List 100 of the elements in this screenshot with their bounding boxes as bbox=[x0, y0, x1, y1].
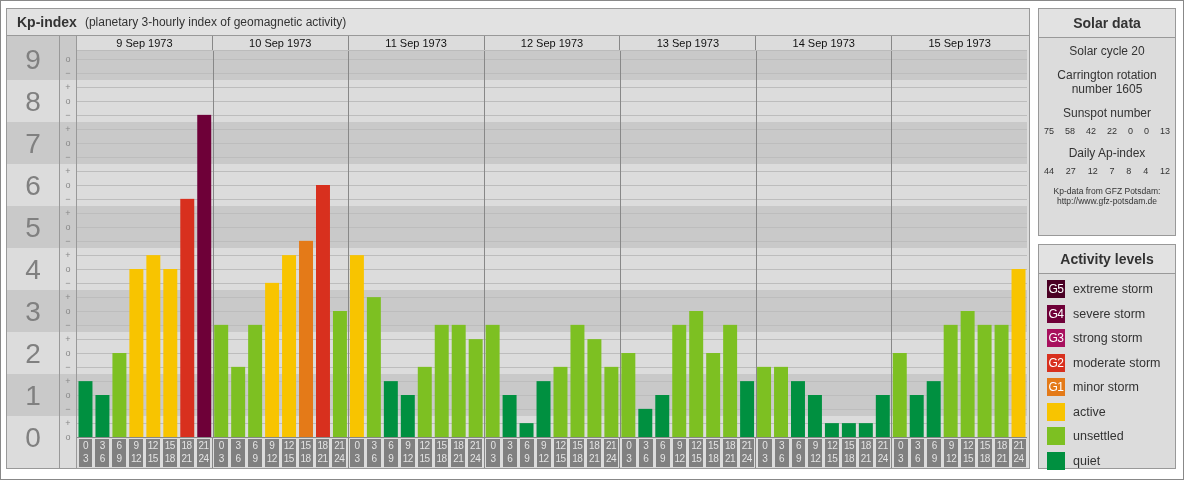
kp-minor-label: o bbox=[65, 264, 71, 274]
time-slot-label: 9 12 bbox=[129, 439, 143, 467]
kp-bar bbox=[909, 395, 924, 437]
time-slot-label: 9 12 bbox=[536, 439, 551, 467]
level-label: quiet bbox=[1073, 453, 1101, 468]
time-slot-label: 0 3 bbox=[757, 439, 772, 467]
time-slot-label: 12 15 bbox=[281, 439, 296, 467]
date-label: 15 Sep 1973 bbox=[891, 36, 1027, 50]
kp-minor-label: − bbox=[65, 194, 71, 204]
time-slot-label: 21 24 bbox=[739, 439, 754, 467]
time-slot-label: 21 24 bbox=[875, 439, 890, 467]
kp-axis-label: 9 bbox=[25, 44, 41, 75]
date-label: 13 Sep 1973 bbox=[619, 36, 756, 50]
kp-minor-label: − bbox=[65, 110, 71, 120]
time-slot-label: 15 18 bbox=[706, 439, 721, 467]
time-slot-label: 15 18 bbox=[842, 439, 856, 467]
kp-axis-label: 1 bbox=[25, 380, 41, 411]
kp-bar bbox=[417, 366, 432, 437]
time-slot-label: 21 24 bbox=[1011, 439, 1026, 467]
credit-text: Kp-data from GFZ Potsdam: bbox=[1053, 186, 1161, 196]
kp-axis-label: 7 bbox=[25, 128, 41, 159]
kp-bar bbox=[875, 395, 890, 437]
panel-title: Activity levels bbox=[1039, 245, 1175, 274]
time-slot-label: 0 3 bbox=[78, 439, 93, 467]
kp-axis-label: 8 bbox=[25, 86, 41, 117]
time-slot-label: 3 6 bbox=[95, 439, 110, 467]
time-slot-label: 15 18 bbox=[570, 439, 585, 467]
kp-minor-label: o bbox=[65, 432, 71, 442]
time-slot-label: 0 3 bbox=[350, 439, 365, 467]
kp-minor-label: + bbox=[65, 334, 71, 344]
kp-bar bbox=[502, 395, 517, 437]
ap-index-value: 4 bbox=[1143, 166, 1149, 176]
time-slot-label: 21 24 bbox=[196, 439, 211, 467]
panel-title: Solar data bbox=[1039, 9, 1175, 38]
sunspot-value: 58 bbox=[1065, 126, 1075, 136]
kp-bar bbox=[95, 395, 110, 437]
kp-bar bbox=[383, 381, 398, 437]
ap-index-value: 12 bbox=[1159, 166, 1170, 176]
time-slot-label: 6 9 bbox=[519, 439, 534, 467]
date-label: 9 Sep 1973 bbox=[115, 36, 174, 50]
kp-axis-label: 3 bbox=[25, 296, 41, 327]
level-swatch: G2 bbox=[1047, 353, 1065, 372]
time-slot-label: 9 12 bbox=[808, 439, 823, 467]
kp-axis-label: 0 bbox=[25, 422, 41, 453]
kp-minor-label: − bbox=[65, 320, 71, 330]
time-slot-label: 15 18 bbox=[977, 439, 992, 467]
kp-minor-label: + bbox=[65, 82, 71, 92]
sunspot-value: 75 bbox=[1044, 126, 1054, 136]
sunspot-value: 13 bbox=[1159, 126, 1170, 136]
ap-index-value: 44 bbox=[1044, 166, 1054, 176]
kp-bar bbox=[807, 395, 822, 437]
level-swatch: G1 bbox=[1047, 378, 1065, 397]
kp-minor-label: + bbox=[65, 208, 71, 218]
kp-minor-label: + bbox=[65, 292, 71, 302]
ap-index-value: 27 bbox=[1065, 166, 1076, 176]
kp-bar bbox=[604, 366, 619, 437]
time-slot-label: 12 15 bbox=[553, 439, 568, 467]
ap-index-label: Daily Ap-index bbox=[1068, 146, 1146, 160]
level-label: extreme storm bbox=[1073, 282, 1153, 297]
level-label: active bbox=[1073, 404, 1106, 419]
time-slot-label: 18 21 bbox=[587, 439, 602, 467]
level-label: strong storm bbox=[1073, 331, 1143, 346]
time-slot-label: 15 18 bbox=[162, 439, 177, 467]
sunspot-value: 42 bbox=[1085, 126, 1096, 136]
time-slot-label: 6 9 bbox=[112, 439, 127, 467]
level-label: minor storm bbox=[1073, 380, 1139, 395]
time-slot-label: 3 6 bbox=[502, 439, 517, 467]
level-swatch: G4 bbox=[1047, 304, 1065, 323]
kp-minor-label: + bbox=[65, 250, 71, 260]
time-slot-label: 0 3 bbox=[486, 439, 500, 467]
date-label: 12 Sep 1973 bbox=[483, 36, 620, 50]
level-label: severe storm bbox=[1073, 306, 1146, 321]
kp-bar bbox=[400, 395, 415, 437]
time-slot-label: 0 3 bbox=[621, 439, 636, 467]
kp-minor-label: + bbox=[65, 418, 71, 428]
sunspot-label: Sunspot number bbox=[1062, 106, 1152, 120]
time-slot-label: 18 21 bbox=[179, 439, 194, 467]
level-swatch: G3 bbox=[1047, 329, 1065, 348]
kp-bar bbox=[231, 366, 246, 437]
sunspot-value: 22 bbox=[1106, 126, 1117, 136]
kp-minor-label: − bbox=[65, 152, 71, 162]
time-slot-label: 3 6 bbox=[774, 439, 789, 467]
time-slot-label: 18 21 bbox=[315, 439, 330, 467]
kp-minor-label: o bbox=[65, 348, 71, 358]
time-slot-label: 21 24 bbox=[332, 439, 347, 467]
time-slot-label: 0 3 bbox=[893, 439, 908, 467]
time-slot-label: 12 15 bbox=[145, 439, 160, 467]
time-slot-label: 9 12 bbox=[944, 439, 959, 467]
ap-index-value: 8 bbox=[1126, 166, 1132, 176]
kp-minor-label: − bbox=[65, 404, 71, 414]
time-slot-label: 21 24 bbox=[468, 439, 483, 467]
time-slot-label: 15 18 bbox=[434, 439, 449, 467]
kp-bar bbox=[926, 381, 941, 437]
time-slot-label: 18 21 bbox=[858, 439, 873, 467]
date-label: 14 Sep 1973 bbox=[755, 36, 892, 50]
time-slot-label: 0 3 bbox=[214, 439, 229, 467]
time-slot-label: 18 21 bbox=[723, 439, 737, 467]
kp-axis-label: 2 bbox=[25, 338, 41, 369]
time-slot-label: 21 24 bbox=[604, 439, 618, 467]
credit-link[interactable]: http://www.gfz-potsdam.de bbox=[1056, 196, 1158, 206]
